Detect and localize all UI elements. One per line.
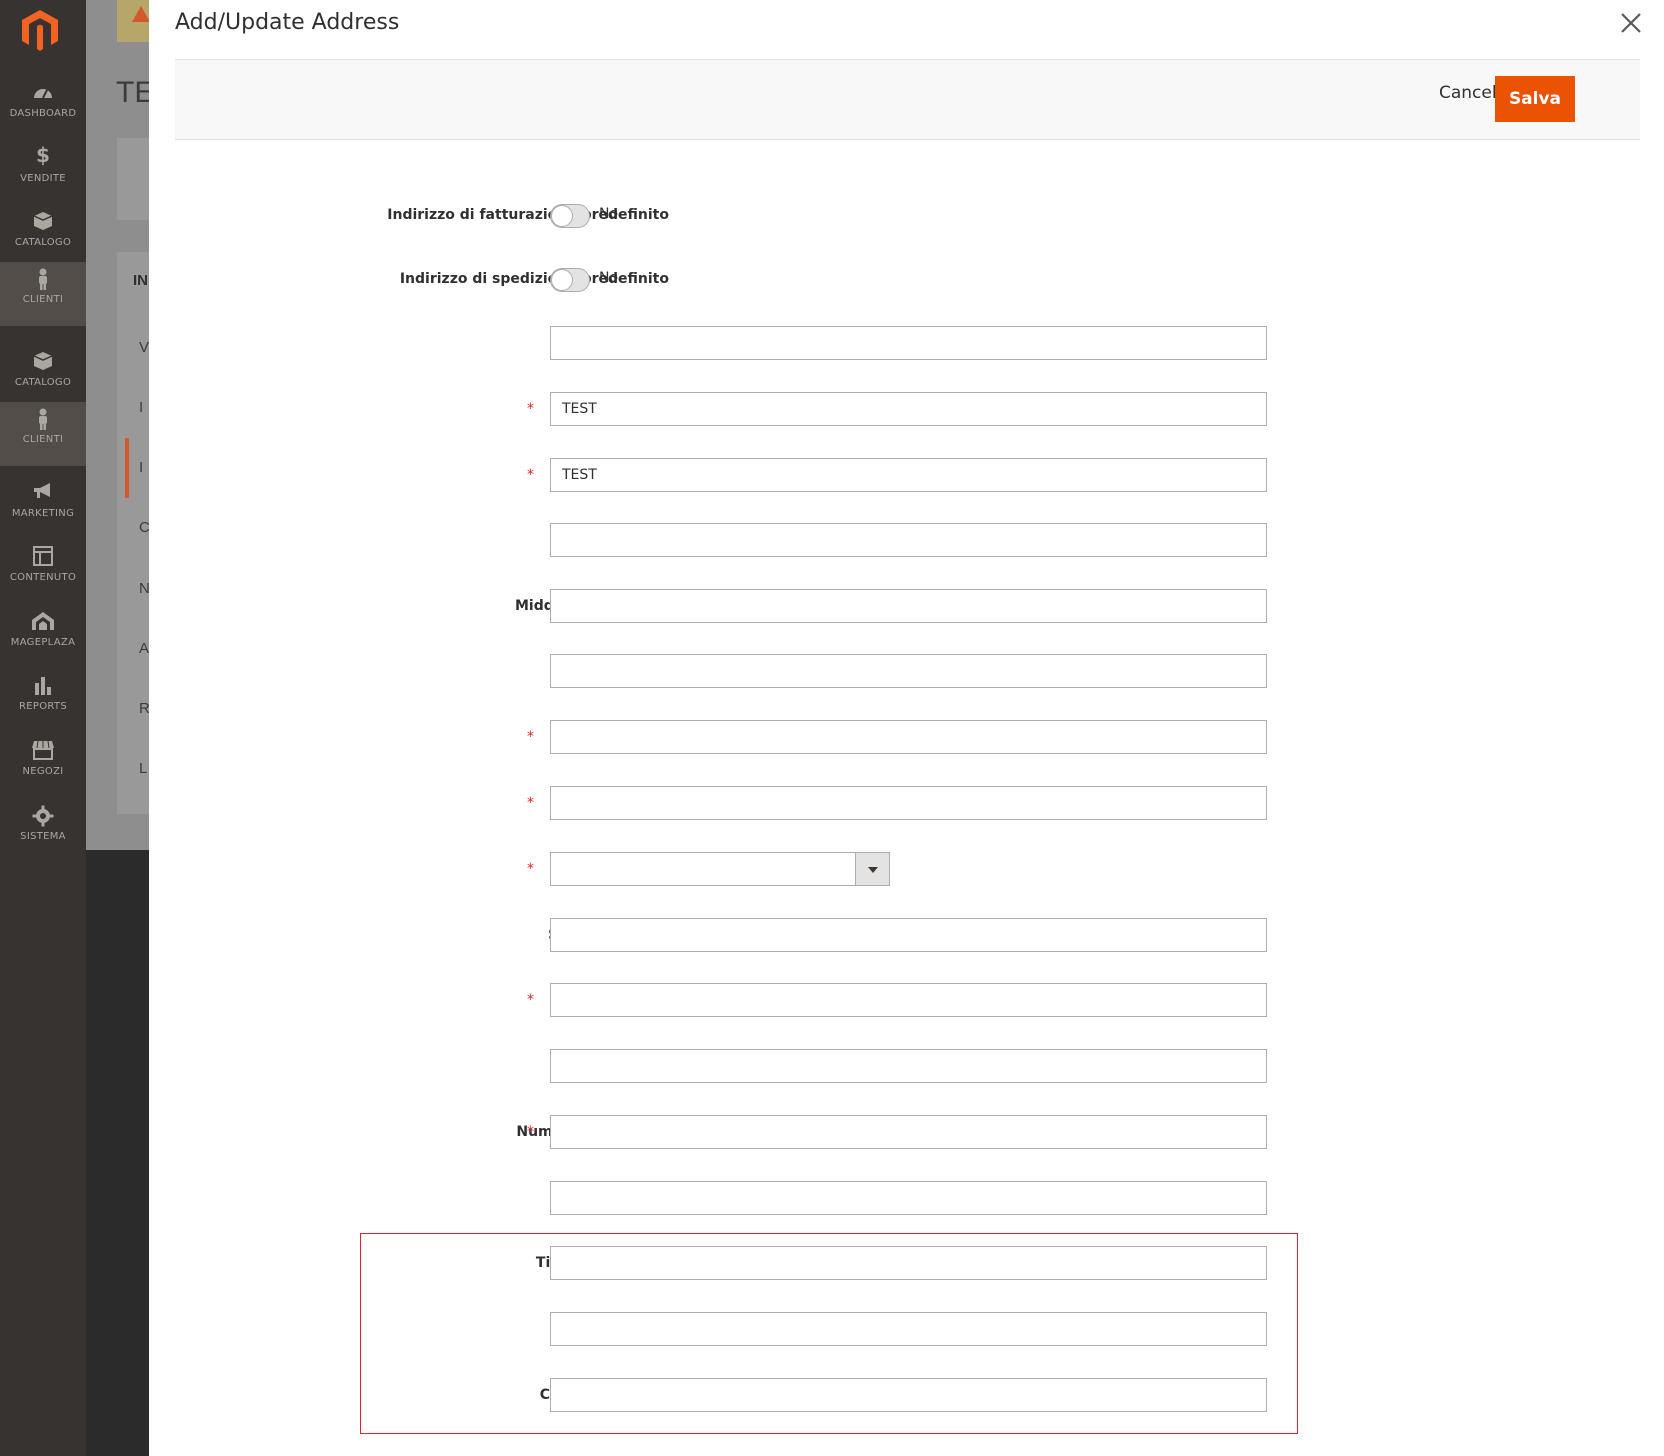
address-modal: Add/Update Address Cancel Salva Indirizz… (149, 0, 1664, 1456)
store-icon (32, 740, 54, 760)
sidebar-item-label: REPORTS (19, 701, 67, 712)
sidebar-item-sistema[interactable]: SISTEMA (0, 799, 86, 863)
sidebar-item-mageplaza[interactable]: MAGEPLAZA (0, 605, 86, 669)
required-marker: * (527, 795, 534, 811)
nome-field[interactable]: TEST (550, 392, 1267, 426)
toggle-knob (551, 269, 573, 291)
modal-toolbar: Cancel Salva (175, 60, 1640, 140)
warning-banner (117, 0, 150, 42)
fax-field[interactable] (550, 1049, 1267, 1083)
sidebar-item-catalogo-2[interactable]: CATALOGO (0, 345, 86, 409)
sidebar-item-label: MAGEPLAZA (10, 637, 76, 648)
sidebar-item-clienti-2[interactable]: CLIENTI (0, 402, 86, 466)
chevron-down-icon (868, 867, 878, 873)
paese-select[interactable] (550, 852, 890, 886)
required-marker: * (527, 1124, 534, 1140)
cancel-button[interactable]: Cancel (1439, 83, 1497, 103)
sidebar-item-label: SISTEMA (20, 831, 66, 842)
megaphone-icon (34, 483, 50, 498)
close-icon[interactable] (1616, 8, 1646, 38)
cognome-field[interactable]: TEST (550, 458, 1267, 492)
indirizzo-field[interactable] (550, 720, 1267, 754)
background-tab: V (139, 339, 150, 356)
background-tab: I (139, 459, 144, 476)
person-icon (39, 408, 47, 430)
sidebar-item-label: NEGOZI (22, 766, 64, 777)
gear-icon (32, 805, 54, 827)
required-marker: * (527, 401, 534, 417)
mageplaza-icon (32, 612, 54, 630)
sidebar-item-clienti[interactable]: CLIENTI (0, 262, 86, 326)
citta-field[interactable] (550, 786, 1267, 820)
save-button[interactable]: Salva (1495, 76, 1575, 122)
sidebar-item-catalogo[interactable]: CATALOGO (0, 205, 86, 269)
required-marker: * (527, 729, 534, 745)
cube-icon (33, 212, 53, 230)
default-shipping-toggle[interactable] (550, 268, 590, 292)
sidebar-item-label: CATALOGO (14, 377, 72, 388)
middle-name-field[interactable] (550, 589, 1267, 623)
modal-title: Add/Update Address (175, 10, 400, 35)
sidebar-item-label: CONTENUTO (9, 572, 77, 583)
default-billing-toggle[interactable] (550, 204, 590, 228)
cube-icon (33, 352, 53, 370)
societa-field[interactable] (550, 654, 1267, 688)
cap-field[interactable] (550, 983, 1267, 1017)
required-marker: * (527, 467, 534, 483)
codice-sdi-field[interactable] (550, 1378, 1267, 1412)
background-card (117, 138, 149, 220)
name-prefix-field[interactable] (550, 326, 1267, 360)
background-tabs-header: IN (133, 272, 148, 289)
default-shipping-value: No (599, 270, 619, 286)
background-tab: L (139, 760, 148, 777)
sidebar-item-label: MARKETING (11, 508, 75, 519)
codice-fiscale-field[interactable] (550, 1312, 1267, 1346)
sidebar-item-contenuto[interactable]: CONTENUTO (0, 540, 86, 604)
background-tab: I (139, 399, 144, 416)
sidebar-item-label: CLIENTI (22, 294, 64, 305)
person-icon (39, 268, 47, 290)
sidebar-item-label: VENDITE (20, 173, 66, 184)
admin-sidebar: DASHBOARD $ VENDITE CATALOGO CLIENTI CAT… (0, 0, 86, 1456)
dashboard-icon (34, 89, 52, 99)
tipologia-cliente-field[interactable] (550, 1246, 1267, 1280)
name-suffix-field[interactable] (550, 523, 1267, 557)
magento-logo-icon[interactable] (20, 8, 60, 52)
sidebar-item-label: CATALOGO (14, 237, 72, 248)
sidebar-item-label: CLIENTI (22, 434, 64, 445)
partita-iva-field[interactable] (550, 1181, 1267, 1215)
warning-icon (132, 6, 150, 22)
background-tab: A (139, 640, 150, 657)
layout-icon (33, 546, 53, 566)
required-marker: * (527, 992, 534, 1008)
background-tab-active-marker (125, 438, 129, 498)
sidebar-item-negozi[interactable]: NEGOZI (0, 734, 86, 798)
bar-chart-icon (35, 677, 51, 695)
telefono-field[interactable] (550, 1115, 1267, 1149)
dollar-icon: $ (36, 143, 50, 167)
sidebar-item-marketing[interactable]: MARKETING (0, 476, 86, 540)
default-billing-value: No (599, 206, 619, 222)
toggle-knob (551, 205, 573, 227)
dropdown-toggle[interactable] (855, 853, 889, 885)
sidebar-item-label: DASHBOARD (9, 108, 77, 119)
sidebar-item-reports[interactable]: REPORTS (0, 669, 86, 733)
required-marker: * (527, 861, 534, 877)
sidebar-item-dashboard[interactable]: DASHBOARD (0, 76, 86, 140)
stato-field[interactable] (550, 918, 1267, 952)
sidebar-item-vendite[interactable]: $ VENDITE (0, 141, 86, 205)
